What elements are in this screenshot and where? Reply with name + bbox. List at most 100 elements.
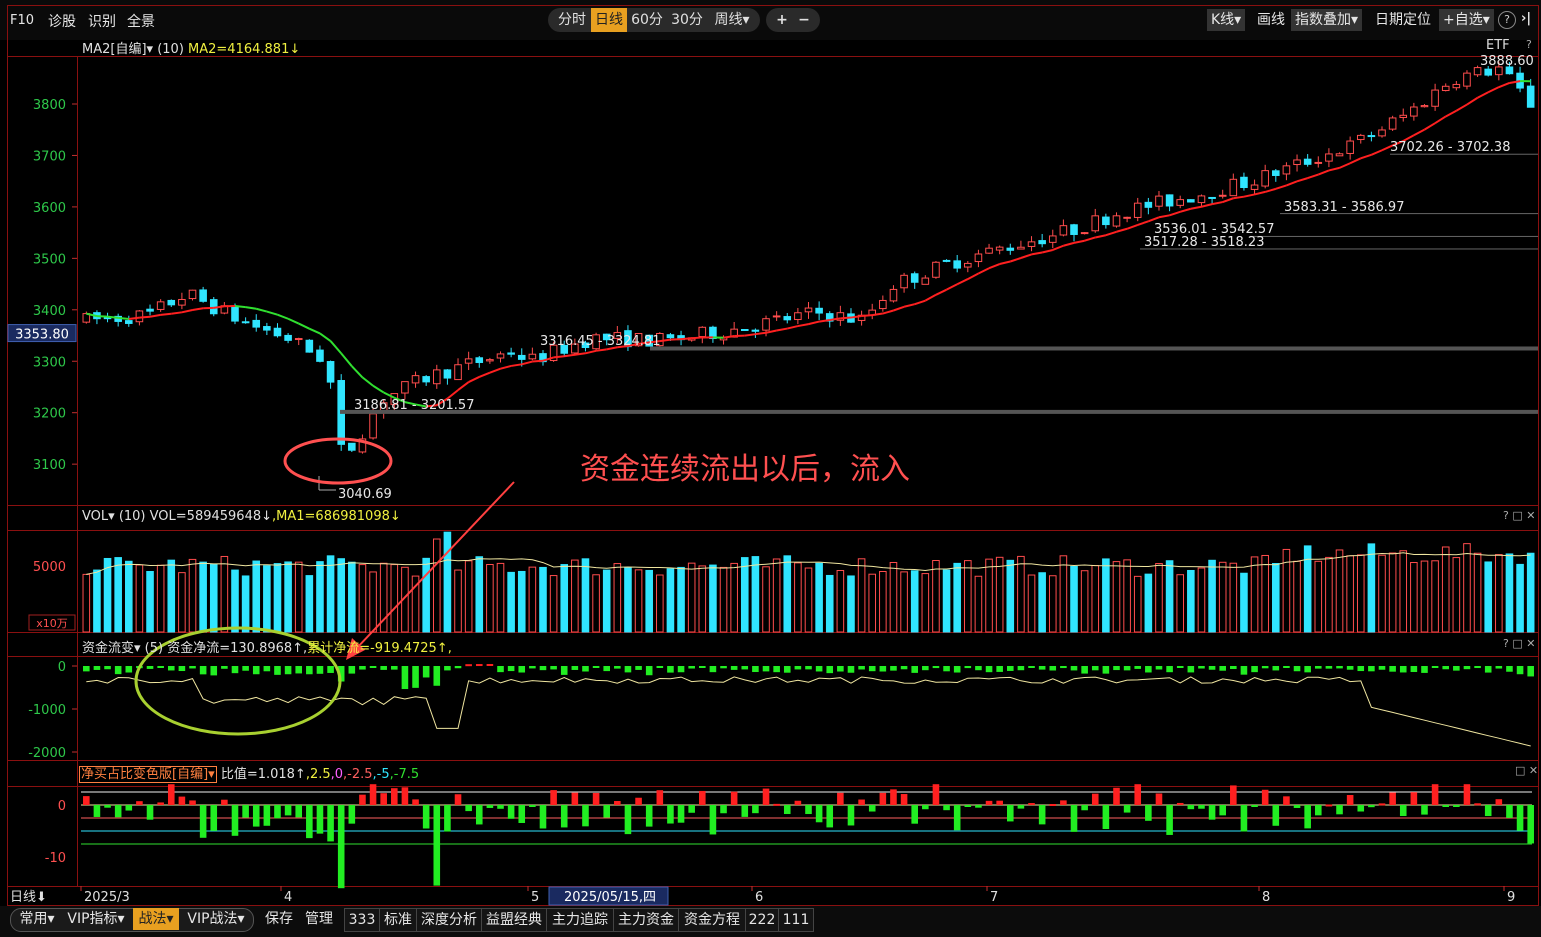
fund-flow-bar	[401, 666, 409, 690]
candle-body	[316, 349, 324, 362]
fund-flow-bar	[699, 666, 706, 668]
ratio-bar	[454, 794, 462, 805]
fund-flow-bar	[369, 666, 377, 668]
tab-222[interactable]: 222	[745, 908, 779, 932]
volume-bar	[432, 538, 441, 633]
ma2-line-segment	[924, 293, 937, 302]
fund-param: (5)	[144, 641, 164, 656]
y-tick-label: 3500	[33, 252, 66, 267]
fund-flow-bar	[773, 666, 780, 673]
fund-indicator-dropdown[interactable]: 资金流变▾	[82, 641, 141, 656]
fund-flow-bar	[529, 666, 536, 669]
strategy-dropdown[interactable]: 战法▾	[133, 908, 179, 930]
ma2-line-segment	[1158, 214, 1170, 219]
ma2-line-segment	[1498, 82, 1510, 89]
time-axis-label: 8	[1262, 890, 1270, 905]
candle-body	[1144, 201, 1153, 208]
ratio-bar	[295, 805, 303, 818]
ma2-line-segment	[500, 364, 512, 370]
ratio-bar	[1091, 793, 1099, 805]
tab-111[interactable]: 111	[778, 908, 814, 932]
ma2-line-segment	[107, 315, 119, 319]
tab-standard[interactable]: 标准	[379, 908, 417, 932]
candle-body	[921, 277, 930, 285]
fund-flow-bar	[837, 666, 844, 672]
ratio-bar	[985, 800, 993, 805]
ma2-line-segment	[1477, 91, 1489, 99]
ma2-line-segment	[521, 360, 533, 366]
volume-bar	[1250, 556, 1259, 633]
fund-flow-bar	[507, 666, 515, 672]
vol-indicator-dropdown[interactable]: VOL▾	[82, 509, 115, 524]
tab-main-force-fund[interactable]: 主力资金	[613, 908, 679, 932]
fund-flow-bar	[1357, 666, 1365, 672]
ratio-bar	[794, 800, 802, 805]
candle-body	[475, 357, 484, 363]
ratio-bar	[805, 805, 812, 815]
price-label: 3186.81 - 3201.57	[354, 398, 474, 413]
vol-panel-controls[interactable]: ? □ ✕	[1503, 509, 1535, 522]
volume-bar	[475, 556, 484, 633]
candle-body	[167, 299, 176, 306]
price-label: 3583.31 - 3586.97	[1284, 200, 1404, 215]
fund-flow-bar	[1251, 666, 1258, 673]
tab-333[interactable]: 333	[344, 908, 380, 932]
save-button[interactable]: 保存	[260, 908, 298, 930]
volume-bar	[1208, 559, 1216, 633]
candle-body	[1410, 106, 1418, 117]
ratio-bar	[635, 797, 642, 805]
volume-bar	[942, 569, 951, 633]
fund-flow-bar	[1240, 666, 1248, 675]
ratio-bar	[1484, 805, 1492, 817]
fund-flow-bar	[497, 666, 504, 673]
fund-flow-bar	[656, 666, 664, 668]
ma2-indicator-dropdown[interactable]: MA2[自编]▾	[82, 42, 153, 57]
volume-bar	[1240, 572, 1248, 633]
fund-flow-bar	[189, 666, 196, 669]
main-panel-help-icon[interactable]: ?	[1526, 38, 1532, 51]
ratio-bar	[964, 805, 972, 807]
common-dropdown[interactable]: 常用▾	[14, 908, 60, 930]
tab-deep-analysis[interactable]: 深度分析	[416, 908, 482, 932]
ma2-line-segment	[1169, 210, 1181, 217]
vol-param: (10)	[118, 509, 146, 524]
ratio-bar	[1081, 805, 1088, 811]
ratio-bar	[252, 805, 260, 827]
ratio-bar	[157, 802, 164, 805]
candle-body	[1484, 68, 1493, 76]
tab-emoney-classic[interactable]: 益盟经典	[481, 908, 547, 932]
fund-panel-controls[interactable]: ? □ ✕	[1503, 637, 1535, 650]
fund-flow-bar	[1336, 666, 1343, 669]
ratio-bar	[582, 805, 589, 827]
price-label: 3040.69	[338, 487, 392, 502]
volume-bar	[645, 569, 653, 633]
ratio-bar	[1006, 805, 1014, 822]
ratio-bar	[868, 805, 876, 812]
fund-flow-bar	[868, 666, 876, 672]
ma2-line-segment	[139, 315, 151, 319]
ma2-line-segment	[1455, 103, 1468, 112]
vip-indicator-dropdown[interactable]: VIP指标▾	[62, 908, 130, 930]
y-tick-label: 3800	[33, 98, 66, 113]
time-axis-label: 2025/3	[84, 890, 130, 905]
ratio-panel-controls[interactable]: □ ✕	[1515, 764, 1538, 777]
ratio-bar	[762, 788, 770, 805]
candle-body	[985, 247, 993, 254]
ratio-bar	[560, 805, 568, 828]
tab-main-force-track[interactable]: 主力追踪	[546, 908, 614, 932]
ratio-level-5: ,-7.5	[389, 767, 420, 782]
ratio-bar	[167, 784, 175, 805]
manage-button[interactable]: 管理	[300, 908, 338, 930]
volume-bar	[1123, 559, 1131, 633]
tab-fund-equation[interactable]: 资金方程	[678, 908, 746, 932]
ma2-line-segment	[564, 353, 575, 358]
fund-flow-bar	[922, 666, 929, 671]
volume-bar	[1378, 554, 1386, 633]
vip-strategy-dropdown[interactable]: VIP战法▾	[182, 908, 250, 930]
fund-flow-bar	[741, 666, 749, 670]
fund-flow-bar	[1134, 666, 1142, 669]
fund-flow-bar	[199, 666, 207, 675]
ratio-indicator-dropdown[interactable]: 净买占比变色版[自编]▾	[79, 766, 217, 783]
ma2-line-segment	[680, 337, 692, 341]
ma2-line-segment	[1434, 115, 1447, 125]
